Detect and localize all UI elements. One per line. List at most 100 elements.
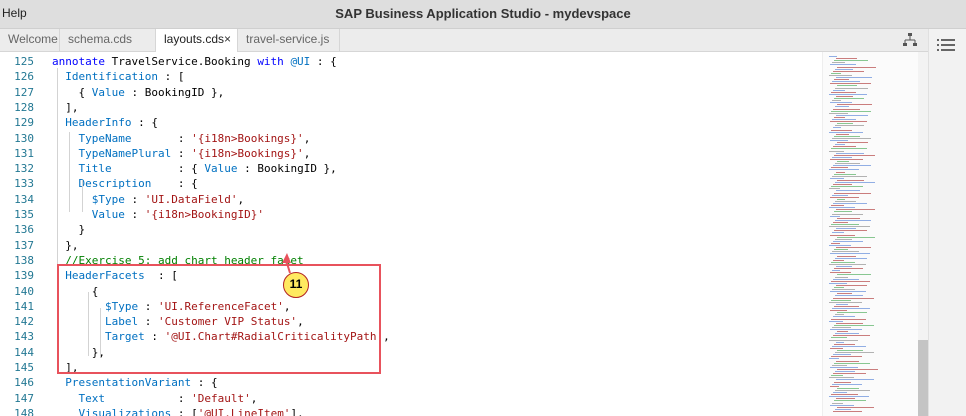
- minimap-line: [830, 253, 870, 255]
- minimap-line: [836, 228, 856, 230]
- minimap-line: [829, 282, 847, 284]
- minimap-line: [830, 272, 851, 274]
- minimap-line: [830, 177, 844, 179]
- tab-welcome[interactable]: Welcome: [0, 29, 60, 51]
- minimap-line: [832, 345, 866, 347]
- minimap-line: [836, 247, 871, 249]
- minimap-line: [834, 343, 855, 345]
- minimap-line: [831, 129, 852, 131]
- minimap-line: [832, 81, 860, 83]
- minimap-line: [836, 77, 872, 78]
- minimap-line: [837, 350, 863, 351]
- minimap-line: [837, 293, 852, 295]
- minimap-line: [837, 85, 857, 87]
- minimap-line: [829, 188, 840, 190]
- minimap-line: [835, 276, 848, 278]
- minimap-line: [832, 232, 844, 234]
- minimap-line: [834, 173, 856, 175]
- tab-schema-cds[interactable]: schema.cds: [60, 29, 156, 51]
- minimap-line: [831, 91, 856, 93]
- split-editor-icon[interactable]: [902, 32, 918, 48]
- tab-layouts-cds[interactable]: layouts.cds ×: [156, 29, 238, 52]
- minimap-line: [835, 371, 855, 372]
- minimap-line: [832, 402, 843, 404]
- minimap-line: [833, 373, 866, 375]
- minimap-line: [836, 171, 845, 173]
- minimap-line: [834, 116, 845, 118]
- minimap-line: [832, 100, 841, 102]
- minimap-line: [830, 158, 863, 160]
- minimap-line: [833, 165, 871, 167]
- minimap-line: [829, 377, 854, 379]
- tab-label: travel-service.js: [246, 32, 330, 46]
- minimap-line: [834, 211, 852, 213]
- scrollbar-thumb[interactable]: [918, 340, 928, 416]
- minimap-line: [837, 66, 876, 68]
- minimap-line: [837, 331, 848, 333]
- minimap-line: [837, 387, 859, 389]
- list-icon[interactable]: [937, 37, 955, 58]
- minimap-line: [835, 163, 860, 165]
- minimap[interactable]: [822, 52, 919, 416]
- minimap-line: [830, 196, 859, 198]
- minimap-line: [832, 270, 840, 272]
- minimap-line: [830, 234, 855, 236]
- minimap-line: [837, 274, 871, 276]
- tab-label: Welcome: [8, 32, 58, 46]
- minimap-line: [834, 135, 860, 137]
- minimap-line: [833, 392, 847, 393]
- minimap-line: [834, 305, 859, 307]
- minimap-line: [829, 56, 837, 57]
- minimap-line: [832, 251, 859, 253]
- minimap-line: [836, 133, 849, 135]
- editor-tab-bar: Welcome schema.cds layouts.cds × travel-…: [0, 29, 966, 52]
- minimap-line: [832, 156, 852, 158]
- minimap-line: [831, 318, 866, 320]
- close-icon[interactable]: ×: [224, 29, 231, 50]
- title-bar: Help SAP Business Application Studio - m…: [0, 0, 966, 29]
- minimap-line: [833, 108, 860, 110]
- minimap-line: [836, 152, 864, 154]
- minimap-line: [833, 203, 867, 204]
- callout-pointer: [282, 253, 291, 274]
- minimap-line: [829, 112, 848, 114]
- minimap-line: [835, 333, 859, 335]
- minimap-line: [829, 396, 869, 398]
- minimap-line: [832, 213, 863, 215]
- minimap-line: [835, 68, 853, 70]
- minimap-line: [831, 186, 863, 188]
- minimap-line: [836, 209, 875, 211]
- minimap-line: [835, 200, 856, 202]
- minimap-line: [833, 335, 870, 337]
- minimap-line: [829, 301, 862, 303]
- minimap-line: [834, 381, 851, 383]
- tab-travel-service-js[interactable]: travel-service.js: [238, 29, 340, 51]
- minimap-line: [829, 169, 859, 171]
- minimap-line: [833, 221, 848, 223]
- minimap-line: [837, 312, 867, 314]
- minimap-line: [831, 205, 844, 207]
- minimap-line: [837, 179, 864, 181]
- minimap-line: [836, 322, 863, 324]
- minimap-line: [833, 410, 862, 412]
- minimap-line: [836, 266, 852, 267]
- minimap-line: [837, 104, 872, 106]
- minimap-line: [833, 127, 841, 129]
- minimap-line: [835, 238, 852, 240]
- minimap-line: [830, 121, 867, 123]
- minimap-line: [834, 79, 849, 81]
- minimap-line: [833, 146, 856, 148]
- minimap-line: [831, 167, 848, 169]
- code-editor[interactable]: 148 Visualizations : ['@UI.LineItem'], 14…: [0, 52, 822, 416]
- minimap-line: [831, 375, 843, 377]
- window-title: SAP Business Application Studio - mydevs…: [335, 6, 631, 21]
- minimap-line: [833, 354, 851, 356]
- minimap-line: [836, 360, 859, 362]
- minimap-line: [836, 190, 860, 192]
- minimap-line: [836, 341, 844, 343]
- minimap-line: [830, 83, 871, 85]
- minimap-line: [836, 303, 848, 305]
- minimap-line: [830, 385, 839, 387]
- minimap-line: [829, 74, 852, 76]
- tab-label: schema.cds: [68, 32, 133, 46]
